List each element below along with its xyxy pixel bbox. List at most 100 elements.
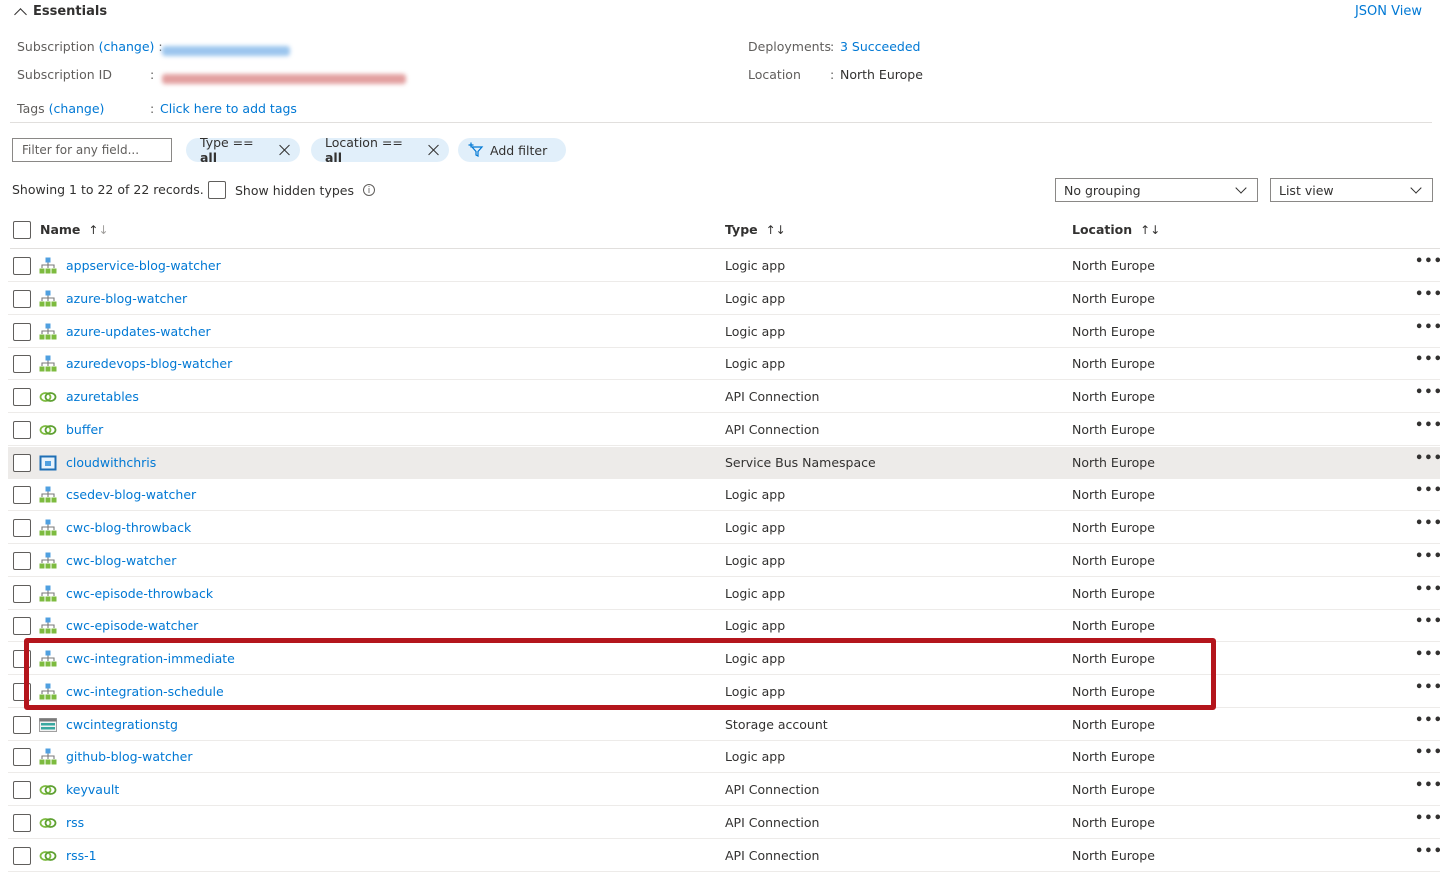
resource-name-link[interactable]: cwc-blog-watcher (66, 553, 176, 568)
column-header-type[interactable]: Type ↑↓ (725, 222, 786, 237)
grouping-dropdown[interactable]: No grouping (1055, 178, 1258, 202)
table-row[interactable]: azure-blog-watcher Logic app North Europe •… (8, 283, 1440, 315)
resource-type: Logic app (725, 290, 786, 306)
tags-change-link[interactable]: (change) (49, 101, 105, 116)
resource-name-link[interactable]: cwc-integration-schedule (66, 684, 224, 699)
row-checkbox[interactable] (13, 846, 31, 865)
subscription-change-link[interactable]: (change) (99, 39, 155, 54)
row-checkbox[interactable] (13, 420, 31, 439)
more-options-icon[interactable]: ••• (1415, 811, 1440, 826)
table-row[interactable]: azure-updates-watcher Logic app North Euro… (8, 316, 1440, 348)
more-options-icon[interactable]: ••• (1415, 614, 1440, 629)
table-row[interactable]: csedev-blog-watcher Logic app North Europe… (8, 479, 1440, 512)
resource-name-link[interactable]: cwc-episode-watcher (66, 618, 198, 633)
row-checkbox[interactable] (13, 715, 31, 734)
row-checkbox[interactable] (13, 650, 31, 668)
row-checkbox[interactable] (13, 388, 31, 406)
show-hidden-types[interactable]: Show hidden types i (208, 181, 375, 199)
row-checkbox[interactable] (13, 551, 31, 570)
more-options-icon[interactable]: ••• (1415, 287, 1440, 302)
essentials-toggle[interactable]: Essentials (14, 4, 107, 21)
resource-name-link[interactable]: azure-blog-watcher (66, 291, 187, 306)
more-options-icon[interactable]: ••• (1415, 451, 1440, 466)
table-row[interactable]: cwc-blog-watcher Logic app North Europe ••• (8, 545, 1440, 577)
more-options-icon[interactable]: ••• (1415, 745, 1440, 760)
table-row[interactable]: cwc-episode-throwback Logic app North Euro… (8, 578, 1440, 610)
more-options-icon[interactable]: ••• (1415, 582, 1440, 597)
row-checkbox[interactable] (13, 682, 31, 701)
more-options-icon[interactable]: ••• (1415, 549, 1440, 564)
resource-name-link[interactable]: keyvault (66, 782, 119, 797)
row-checkbox[interactable] (13, 257, 31, 275)
resource-name-link[interactable]: cwc-blog-throwback (66, 520, 191, 535)
row-checkbox[interactable] (13, 322, 31, 341)
more-options-icon[interactable]: ••• (1415, 778, 1440, 793)
add-filter-button[interactable]: Add filter (458, 138, 566, 162)
resource-name-link[interactable]: cwcintegrationstg (66, 717, 178, 732)
table-row[interactable]: cloudwithchris Service Bus Namespace North… (8, 446, 1440, 479)
close-icon[interactable] (279, 144, 290, 156)
type-filter-pill[interactable]: Type == all (186, 135, 300, 165)
table-row[interactable]: azuredevops-blog-watcher Logic app North E… (8, 348, 1440, 381)
resource-name-link[interactable]: cloudwithchris (66, 455, 156, 470)
resource-name-link[interactable]: azuretables (66, 389, 139, 404)
close-icon[interactable] (428, 144, 439, 156)
json-view-link[interactable]: JSON View (1355, 4, 1422, 19)
table-row[interactable]: cwc-episode-watcher Logic app North Europe… (8, 610, 1440, 643)
resource-name-link[interactable]: github-blog-watcher (66, 749, 193, 764)
row-checkbox[interactable] (13, 781, 31, 799)
row-checkbox[interactable] (13, 486, 31, 505)
filter-input[interactable]: Filter for any field... (12, 138, 172, 162)
row-checkbox[interactable] (13, 813, 31, 832)
row-checkbox[interactable] (13, 289, 31, 308)
more-options-icon[interactable]: ••• (1415, 483, 1440, 498)
table-row[interactable]: github-blog-watcher Logic app North Europe… (8, 741, 1440, 774)
resource-name-link[interactable]: rss (66, 815, 84, 830)
row-checkbox[interactable] (13, 584, 31, 603)
table-row[interactable]: buffer API Connection North Europe ••• (8, 414, 1440, 446)
subscription-value-redacted[interactable] (162, 40, 290, 59)
more-options-icon[interactable]: ••• (1415, 516, 1440, 531)
table-row[interactable]: appservice-blog-watcher Logic app North Eu… (8, 250, 1440, 282)
table-row[interactable]: cwcintegrationstg Storage account North Eu… (8, 709, 1440, 741)
more-options-icon[interactable]: ••• (1415, 680, 1440, 695)
column-header-name[interactable]: Name ↑↓ (40, 222, 109, 237)
table-row[interactable]: rss-1 API Connection North Europe ••• (8, 840, 1440, 872)
table-row[interactable]: cwc-integration-immediate Logic app North … (8, 643, 1440, 675)
view-dropdown[interactable]: List view (1270, 178, 1433, 202)
more-options-icon[interactable]: ••• (1415, 320, 1440, 335)
add-tags-link[interactable]: Click here to add tags (160, 101, 297, 116)
more-options-icon[interactable]: ••• (1415, 713, 1440, 728)
row-checkbox[interactable] (13, 617, 31, 636)
table-row[interactable]: cwc-integration-schedule Logic app North E… (8, 676, 1440, 708)
table-row[interactable]: cwc-blog-throwback Logic app North Europe •… (8, 512, 1440, 544)
info-icon[interactable]: i (363, 184, 375, 196)
resource-name-link[interactable]: azure-updates-watcher (66, 324, 211, 339)
select-all-checkbox[interactable] (13, 221, 31, 239)
table-row[interactable]: azuretables API Connection North Europe ••• (8, 381, 1440, 413)
table-row[interactable]: rss API Connection North Europe ••• (8, 807, 1440, 839)
column-header-location[interactable]: Location ↑↓ (1072, 222, 1160, 237)
location-filter-pill[interactable]: Location == all (311, 135, 449, 165)
more-options-icon[interactable]: ••• (1415, 844, 1440, 859)
more-options-icon[interactable]: ••• (1415, 385, 1440, 400)
resource-name-link[interactable]: csedev-blog-watcher (66, 487, 196, 502)
resource-name-link[interactable]: buffer (66, 422, 103, 437)
row-checkbox[interactable] (13, 748, 31, 767)
deployments-link[interactable]: 3 Succeeded (840, 39, 920, 54)
table-row[interactable]: keyvault API Connection North Europe ••• (8, 774, 1440, 806)
resource-name-link[interactable]: appservice-blog-watcher (66, 258, 221, 273)
more-options-icon[interactable]: ••• (1415, 352, 1440, 367)
select-all[interactable] (13, 221, 31, 239)
resource-name-link[interactable]: cwc-episode-throwback (66, 586, 213, 601)
resource-name-link[interactable]: cwc-integration-immediate (66, 651, 235, 666)
show-hidden-checkbox[interactable] (208, 181, 226, 199)
more-options-icon[interactable]: ••• (1415, 647, 1440, 662)
row-checkbox[interactable] (13, 355, 31, 374)
row-checkbox[interactable] (13, 519, 31, 537)
more-options-icon[interactable]: ••• (1415, 418, 1440, 433)
more-options-icon[interactable]: ••• (1415, 254, 1440, 269)
resource-name-link[interactable]: azuredevops-blog-watcher (66, 356, 232, 371)
row-checkbox[interactable] (13, 453, 31, 472)
resource-name-link[interactable]: rss-1 (66, 848, 97, 863)
